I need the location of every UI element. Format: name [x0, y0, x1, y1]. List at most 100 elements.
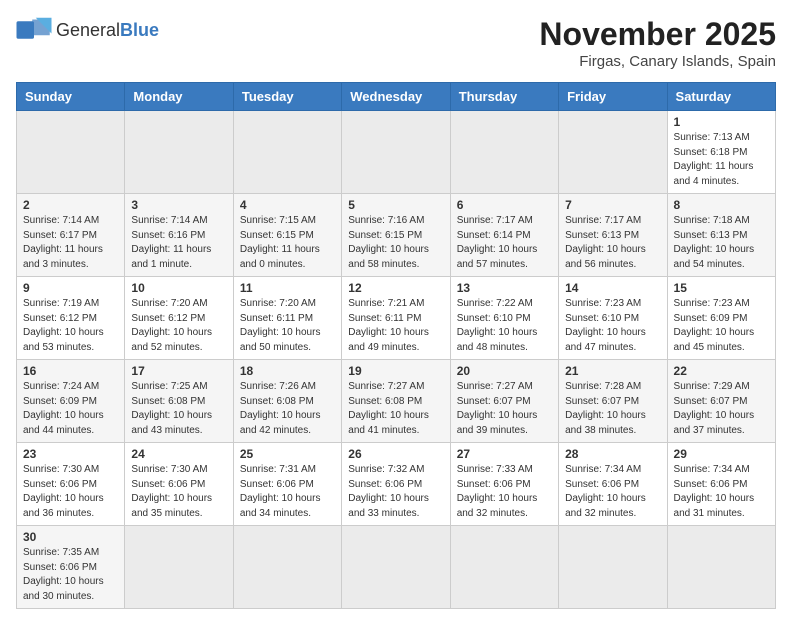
day-number: 4: [240, 198, 335, 212]
calendar-cell: 20Sunrise: 7:27 AM Sunset: 6:07 PM Dayli…: [450, 360, 558, 443]
calendar-cell: [450, 111, 558, 194]
week-row-6: 30 Sunrise: 7:35 AM Sunset: 6:06 PM Dayli…: [17, 526, 776, 609]
calendar-cell: 8 Sunrise: 7:18 AM Sunset: 6:13 PM Daylig…: [667, 194, 775, 277]
calendar-cell: 28 Sunrise: 7:34 AM Sunset: 6:06 PM Dayli…: [559, 443, 667, 526]
weekday-header-sunday: Sunday: [17, 83, 125, 111]
day-number: 20: [457, 364, 552, 378]
day-number: 27: [457, 447, 552, 461]
header: GeneralBlue November 2025 Firgas, Canary…: [16, 16, 776, 70]
calendar-cell: 18Sunrise: 7:26 AM Sunset: 6:08 PM Dayli…: [233, 360, 341, 443]
calendar-cell: 16 Sunrise: 7:24 AM Sunset: 6:09 PM Dayli…: [17, 360, 125, 443]
day-number: 5: [348, 198, 443, 212]
logo-text: GeneralBlue: [56, 20, 159, 41]
calendar-cell: 26Sunrise: 7:32 AM Sunset: 6:06 PM Dayli…: [342, 443, 450, 526]
calendar-cell: 15Sunrise: 7:23 AM Sunset: 6:09 PM Dayli…: [667, 277, 775, 360]
calendar-cell: 2 Sunrise: 7:14 AM Sunset: 6:17 PM Daylig…: [17, 194, 125, 277]
week-row-5: 23 Sunrise: 7:30 AM Sunset: 6:06 PM Dayli…: [17, 443, 776, 526]
day-number: 21: [565, 364, 660, 378]
calendar-cell: 11 Sunrise: 7:20 AM Sunset: 6:11 PM Dayli…: [233, 277, 341, 360]
calendar-cell: 13Sunrise: 7:22 AM Sunset: 6:10 PM Dayli…: [450, 277, 558, 360]
logo-icon: [16, 16, 52, 44]
calendar-cell: [667, 526, 775, 609]
calendar-cell: [559, 111, 667, 194]
day-info: Sunrise: 7:22 AM Sunset: 6:10 PM Dayligh…: [457, 297, 552, 355]
day-number: 8: [674, 198, 769, 212]
weekday-header-row: SundayMondayTuesdayWednesdayThursdayFrid…: [17, 83, 776, 111]
day-number: 10: [131, 281, 226, 295]
calendar-cell: 14Sunrise: 7:23 AM Sunset: 6:10 PM Dayli…: [559, 277, 667, 360]
calendar-cell: 30 Sunrise: 7:35 AM Sunset: 6:06 PM Dayli…: [17, 526, 125, 609]
day-number: 15: [674, 281, 769, 295]
calendar-cell: 3Sunrise: 7:14 AM Sunset: 6:16 PM Daylig…: [125, 194, 233, 277]
location: Firgas, Canary Islands, Spain: [539, 53, 776, 70]
calendar-cell: 7 Sunrise: 7:17 AM Sunset: 6:13 PM Daylig…: [559, 194, 667, 277]
day-info: Sunrise: 7:20 AM Sunset: 6:12 PM Dayligh…: [131, 297, 226, 355]
day-number: 29: [674, 447, 769, 461]
calendar-cell: 24 Sunrise: 7:30 AM Sunset: 6:06 PM Dayli…: [125, 443, 233, 526]
day-info: Sunrise: 7:31 AM Sunset: 6:06 PM Dayligh…: [240, 463, 335, 521]
calendar-cell: 19 Sunrise: 7:27 AM Sunset: 6:08 PM Dayli…: [342, 360, 450, 443]
calendar-cell: 23 Sunrise: 7:30 AM Sunset: 6:06 PM Dayli…: [17, 443, 125, 526]
day-number: 9: [23, 281, 118, 295]
calendar-cell: [17, 111, 125, 194]
calendar-cell: [125, 111, 233, 194]
day-info: Sunrise: 7:16 AM Sunset: 6:15 PM Dayligh…: [348, 214, 443, 272]
day-info: Sunrise: 7:29 AM Sunset: 6:07 PM Dayligh…: [674, 380, 769, 438]
day-info: Sunrise: 7:35 AM Sunset: 6:06 PM Dayligh…: [23, 546, 118, 604]
day-info: Sunrise: 7:17 AM Sunset: 6:14 PM Dayligh…: [457, 214, 552, 272]
calendar-cell: [450, 526, 558, 609]
day-info: Sunrise: 7:28 AM Sunset: 6:07 PM Dayligh…: [565, 380, 660, 438]
day-number: 23: [23, 447, 118, 461]
calendar-cell: 10 Sunrise: 7:20 AM Sunset: 6:12 PM Dayli…: [125, 277, 233, 360]
day-info: Sunrise: 7:30 AM Sunset: 6:06 PM Dayligh…: [23, 463, 118, 521]
month-title: November 2025: [539, 16, 776, 53]
day-number: 25: [240, 447, 335, 461]
calendar-cell: [559, 526, 667, 609]
day-number: 16: [23, 364, 118, 378]
day-number: 28: [565, 447, 660, 461]
weekday-header-saturday: Saturday: [667, 83, 775, 111]
title-area: November 2025 Firgas, Canary Islands, Sp…: [539, 16, 776, 70]
calendar-cell: [342, 111, 450, 194]
day-number: 30: [23, 530, 118, 544]
calendar: SundayMondayTuesdayWednesdayThursdayFrid…: [16, 82, 776, 609]
calendar-cell: 1 Sunrise: 7:13 AM Sunset: 6:18 PM Daylig…: [667, 111, 775, 194]
day-info: Sunrise: 7:15 AM Sunset: 6:15 PM Dayligh…: [240, 214, 335, 272]
day-number: 14: [565, 281, 660, 295]
weekday-header-friday: Friday: [559, 83, 667, 111]
day-info: Sunrise: 7:32 AM Sunset: 6:06 PM Dayligh…: [348, 463, 443, 521]
day-number: 24: [131, 447, 226, 461]
day-info: Sunrise: 7:34 AM Sunset: 6:06 PM Dayligh…: [565, 463, 660, 521]
calendar-cell: 27Sunrise: 7:33 AM Sunset: 6:06 PM Dayli…: [450, 443, 558, 526]
day-number: 1: [674, 115, 769, 129]
day-number: 3: [131, 198, 226, 212]
weekday-header-thursday: Thursday: [450, 83, 558, 111]
day-info: Sunrise: 7:25 AM Sunset: 6:08 PM Dayligh…: [131, 380, 226, 438]
day-info: Sunrise: 7:20 AM Sunset: 6:11 PM Dayligh…: [240, 297, 335, 355]
weekday-header-monday: Monday: [125, 83, 233, 111]
day-info: Sunrise: 7:13 AM Sunset: 6:18 PM Dayligh…: [674, 131, 769, 189]
day-info: Sunrise: 7:18 AM Sunset: 6:13 PM Dayligh…: [674, 214, 769, 272]
weekday-header-tuesday: Tuesday: [233, 83, 341, 111]
day-number: 17: [131, 364, 226, 378]
day-number: 19: [348, 364, 443, 378]
day-info: Sunrise: 7:27 AM Sunset: 6:08 PM Dayligh…: [348, 380, 443, 438]
day-info: Sunrise: 7:24 AM Sunset: 6:09 PM Dayligh…: [23, 380, 118, 438]
logo: GeneralBlue: [16, 16, 159, 44]
calendar-cell: 6Sunrise: 7:17 AM Sunset: 6:14 PM Daylig…: [450, 194, 558, 277]
day-number: 11: [240, 281, 335, 295]
day-number: 7: [565, 198, 660, 212]
calendar-cell: 12Sunrise: 7:21 AM Sunset: 6:11 PM Dayli…: [342, 277, 450, 360]
day-info: Sunrise: 7:26 AM Sunset: 6:08 PM Dayligh…: [240, 380, 335, 438]
day-info: Sunrise: 7:34 AM Sunset: 6:06 PM Dayligh…: [674, 463, 769, 521]
day-info: Sunrise: 7:17 AM Sunset: 6:13 PM Dayligh…: [565, 214, 660, 272]
calendar-cell: 9Sunrise: 7:19 AM Sunset: 6:12 PM Daylig…: [17, 277, 125, 360]
day-info: Sunrise: 7:30 AM Sunset: 6:06 PM Dayligh…: [131, 463, 226, 521]
day-number: 2: [23, 198, 118, 212]
calendar-cell: [233, 526, 341, 609]
calendar-cell: 5 Sunrise: 7:16 AM Sunset: 6:15 PM Daylig…: [342, 194, 450, 277]
day-info: Sunrise: 7:14 AM Sunset: 6:17 PM Dayligh…: [23, 214, 118, 272]
calendar-cell: 21 Sunrise: 7:28 AM Sunset: 6:07 PM Dayli…: [559, 360, 667, 443]
day-number: 22: [674, 364, 769, 378]
week-row-4: 16 Sunrise: 7:24 AM Sunset: 6:09 PM Dayli…: [17, 360, 776, 443]
